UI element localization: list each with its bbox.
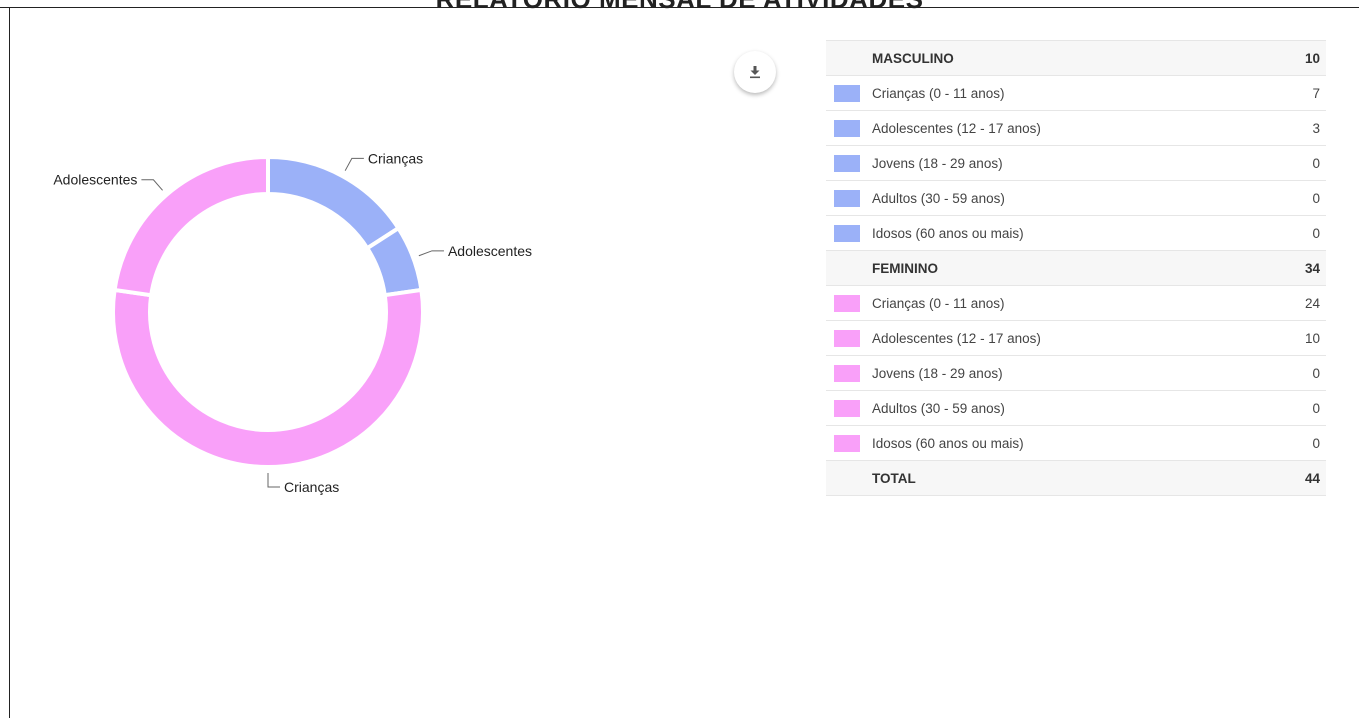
legend-row[interactable]: Adultos (30 - 59 anos) 0 [826,390,1326,426]
total-value: 44 [1275,460,1326,496]
legend-value: 7 [1275,75,1326,111]
legend-label: Crianças (0 - 11 anos) [872,75,1276,111]
slice-label: Adolescentes [53,172,137,188]
legend-value: 0 [1275,425,1326,461]
legend-value: 3 [1275,110,1326,146]
legend-swatch [834,329,860,347]
slice-label-connector [344,157,364,171]
legend-label: Crianças (0 - 11 anos) [872,285,1276,321]
legend-label: Idosos (60 anos ou mais) [872,425,1276,461]
slice-label: Adolescentes [448,243,532,259]
legend-row[interactable]: Adolescentes (12 - 17 anos) 3 [826,110,1326,146]
legend-row[interactable]: Adolescentes (12 - 17 anos) 10 [826,320,1326,356]
legend-label: Idosos (60 anos ou mais) [872,215,1276,251]
download-icon [750,66,760,79]
group-header-row: FEMININO 34 [826,250,1326,286]
slice-label: Crianças [284,479,339,495]
group-total: 10 [1275,40,1326,76]
legend-value: 0 [1275,390,1326,426]
legend-value: 0 [1275,145,1326,181]
group-swatch-cell [826,250,872,286]
legend-swatch-cell [826,390,872,426]
legend-swatch-cell [826,425,872,461]
slice-label-connector [418,250,444,257]
legend-swatch-cell [826,215,872,251]
legend-label: Adolescentes (12 - 17 anos) [872,110,1276,146]
legend-label: Adultos (30 - 59 anos) [872,390,1276,426]
donut-chart: Crianças Adolescentes Crianças Adolescentes [53,150,532,495]
legend-row[interactable]: Adultos (30 - 59 anos) 0 [826,180,1326,216]
legend-table: MASCULINO 10 Crianças (0 - 11 anos) 7 Adoles… [826,40,1326,496]
legend-row[interactable]: Jovens (18 - 29 anos) 0 [826,145,1326,181]
total-row: TOTAL 44 [826,460,1326,496]
group-total: 34 [1275,250,1326,286]
legend-value: 0 [1275,180,1326,216]
legend-label: Adolescentes (12 - 17 anos) [872,320,1276,356]
legend-swatch-cell [826,285,872,321]
legend-swatch-cell [826,180,872,216]
donut-slice-feminino-adolescentes[interactable] [112,154,270,298]
legend-swatch [834,364,860,382]
legend-value: 0 [1275,355,1326,391]
legend-swatch [834,434,860,452]
legend-swatch [834,294,860,312]
legend-label: Jovens (18 - 29 anos) [872,145,1276,181]
donut-slice-feminino-crianças[interactable] [111,287,425,470]
legend-row[interactable]: Idosos (60 anos ou mais) 0 [826,425,1326,461]
legend-swatch [834,189,860,207]
download-button[interactable] [734,51,776,93]
total-swatch-cell [826,460,872,496]
legend-row[interactable]: Crianças (0 - 11 anos) 24 [826,285,1326,321]
legend-value: 0 [1275,215,1326,251]
group-swatch-cell [826,40,872,76]
legend-swatch [834,119,860,137]
slice-label: Crianças [368,150,423,166]
total-label: TOTAL [872,460,1276,496]
legend-swatch-cell [826,75,872,111]
legend-swatch-cell [826,355,872,391]
slice-label-connector [267,473,280,488]
legend-swatch [834,224,860,242]
legend-swatch [834,84,860,102]
legend-swatch-cell [826,320,872,356]
donut-slice-masculino-crianças[interactable] [266,154,402,251]
group-header-row: MASCULINO 10 [826,40,1326,76]
group-name: FEMININO [872,250,1276,286]
legend-value: 10 [1275,320,1326,356]
slice-label-connector [141,179,163,191]
legend-swatch-cell [826,110,872,146]
legend-value: 24 [1275,285,1326,321]
legend-swatch-cell [826,145,872,181]
group-name: MASCULINO [872,40,1276,76]
legend-label: Adultos (30 - 59 anos) [872,180,1276,216]
legend-label: Jovens (18 - 29 anos) [872,355,1276,391]
legend-row[interactable]: Jovens (18 - 29 anos) 0 [826,355,1326,391]
legend-row[interactable]: Crianças (0 - 11 anos) 7 [826,75,1326,111]
legend-swatch [834,154,860,172]
legend-swatch [834,399,860,417]
legend-row[interactable]: Idosos (60 anos ou mais) 0 [826,215,1326,251]
